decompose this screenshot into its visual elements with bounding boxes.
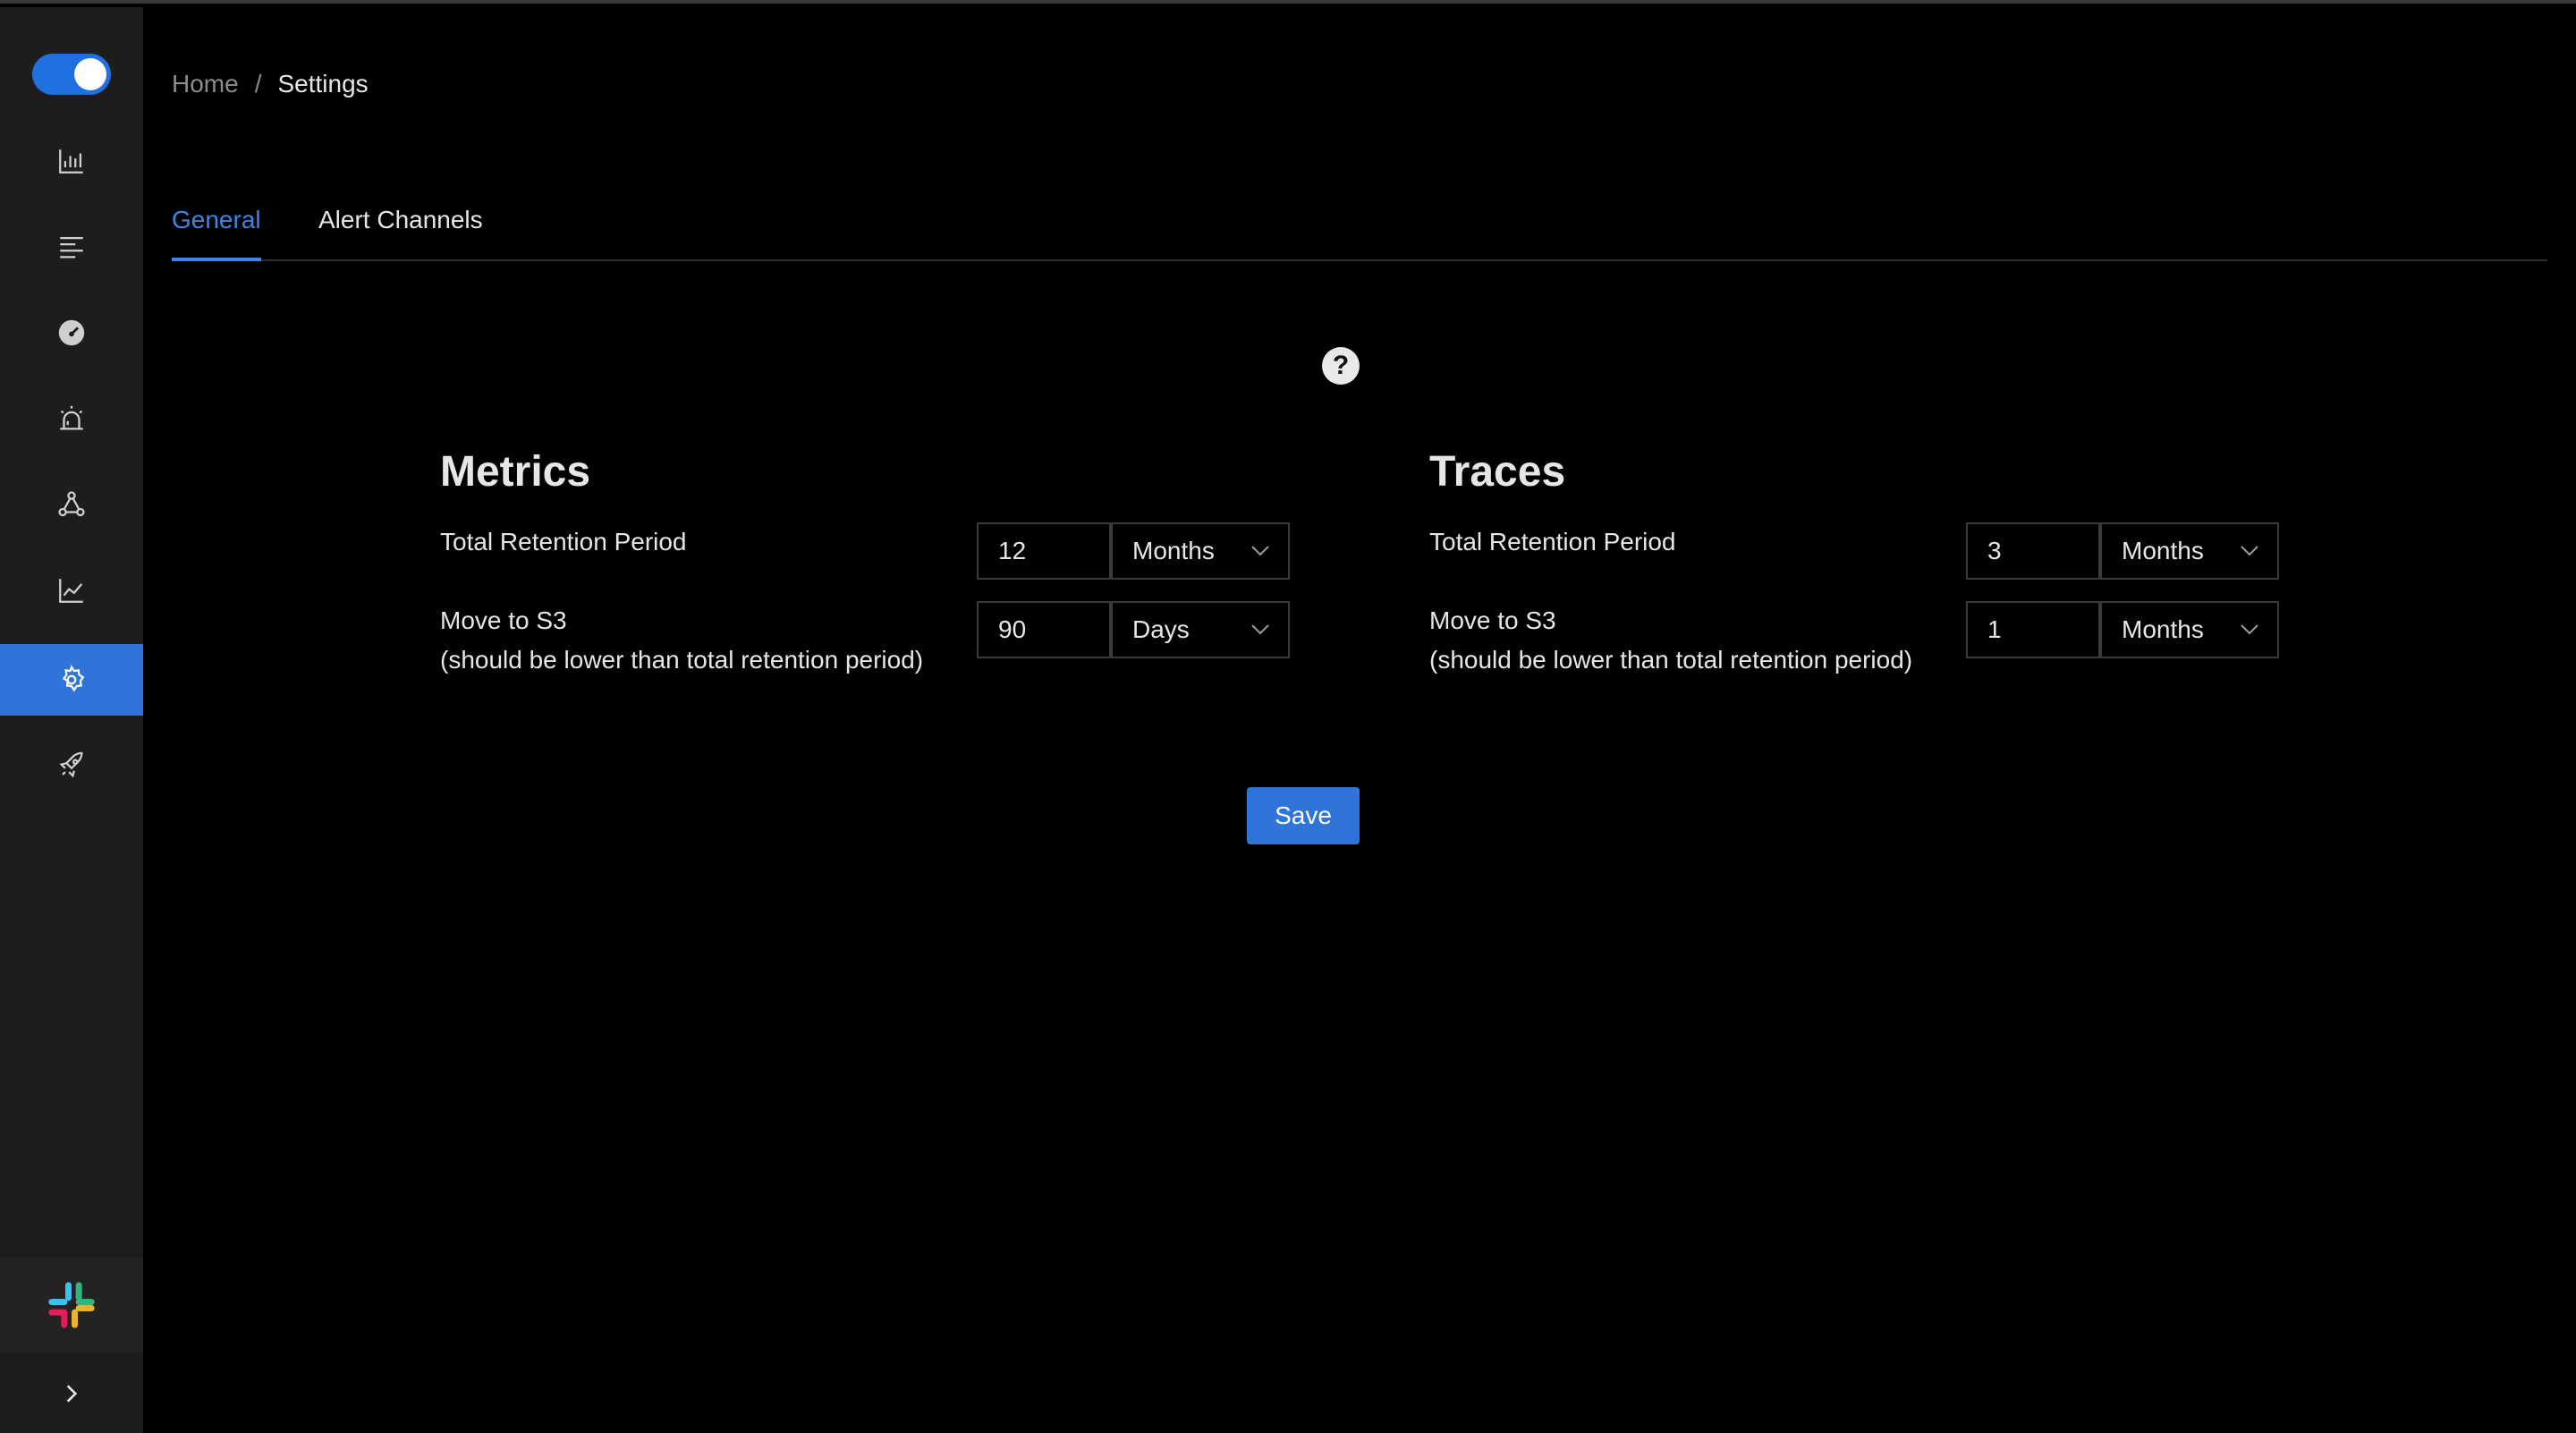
metrics-s3-label-line2: (should be lower than total retention pe… [440,646,924,674]
chevron-down-icon [1251,546,1269,556]
sidebar-item-get-started[interactable] [0,730,143,801]
traces-s3-label: Move to S3 (should be lower than total r… [1429,601,1912,680]
traces-s3-label-line2: (should be lower than total retention pe… [1429,646,1913,674]
traces-s3-input[interactable]: 1 [1966,601,2100,658]
sidebar-item-settings[interactable] [0,644,143,716]
metrics-title: Metrics [440,448,591,496]
help-icon[interactable]: ? [1322,347,1360,385]
chevron-down-icon [1251,624,1269,635]
settings-tabs: General Alert Channels [172,202,2547,261]
traces-title: Traces [1429,448,1566,496]
sidebar-item-dashboard[interactable] [0,297,143,369]
metrics-retention-unit-value: Months [1132,537,1215,564]
traces-retention-label: Total Retention Period [1429,528,1676,555]
metrics-s3-label: Move to S3 (should be lower than total r… [440,601,923,680]
chevron-down-icon [2241,546,2258,556]
sidebar-item-metrics[interactable] [0,125,143,197]
metrics-retention-unit-select[interactable]: Months [1111,522,1290,580]
slack-link[interactable] [0,1258,143,1352]
theme-toggle[interactable] [32,54,111,95]
tab-alert-channels[interactable]: Alert Channels [318,206,483,234]
metrics-s3-unit-value: Days [1132,615,1190,643]
toggle-knob [74,58,106,90]
breadcrumb-current: Settings [277,70,369,98]
list-icon [60,236,83,259]
breadcrumb-home[interactable]: Home [172,70,239,98]
traces-s3-unit-value: Months [2122,615,2204,643]
metrics-s3-unit-select[interactable]: Days [1111,601,1290,658]
chevron-right-icon [66,1385,78,1403]
alarm-icon [60,405,83,430]
chevron-down-icon [2241,624,2258,635]
breadcrumb: Home / Settings [172,70,369,98]
traces-retention-unit-select[interactable]: Months [2100,522,2279,580]
metrics-s3-input[interactable]: 90 [977,601,1111,658]
slack-icon [48,1282,95,1328]
sidebar [0,7,143,1433]
traces-retention-input[interactable]: 3 [1966,522,2100,580]
app-window: Home / Settings General Alert Channels ?… [0,0,2576,1433]
rocket-icon [59,751,83,778]
breadcrumb-separator: / [254,70,262,98]
save-button[interactable]: Save [1247,787,1360,844]
metrics-retention-input[interactable]: 12 [977,522,1111,580]
tab-general[interactable]: General [172,206,261,234]
sidebar-item-service-map[interactable] [0,469,143,540]
metrics-s3-label-line1: Move to S3 [440,606,567,634]
sidebar-item-usage[interactable] [0,555,143,626]
dashboard-gauge-icon [58,319,85,346]
traces-s3-label-line1: Move to S3 [1429,606,1556,634]
sidebar-item-alerts[interactable] [0,383,143,454]
metrics-icon [59,149,83,174]
traces-s3-unit-select[interactable]: Months [2100,601,2279,658]
traces-retention-unit-value: Months [2122,537,2204,564]
settings-icon [62,665,85,692]
active-tab-indicator [172,258,261,261]
metrics-retention-label: Total Retention Period [440,528,687,555]
line-chart-icon [59,579,83,603]
service-map-icon [58,491,85,517]
sidebar-collapse-button[interactable] [0,1354,143,1433]
sidebar-item-traces[interactable] [0,211,143,283]
